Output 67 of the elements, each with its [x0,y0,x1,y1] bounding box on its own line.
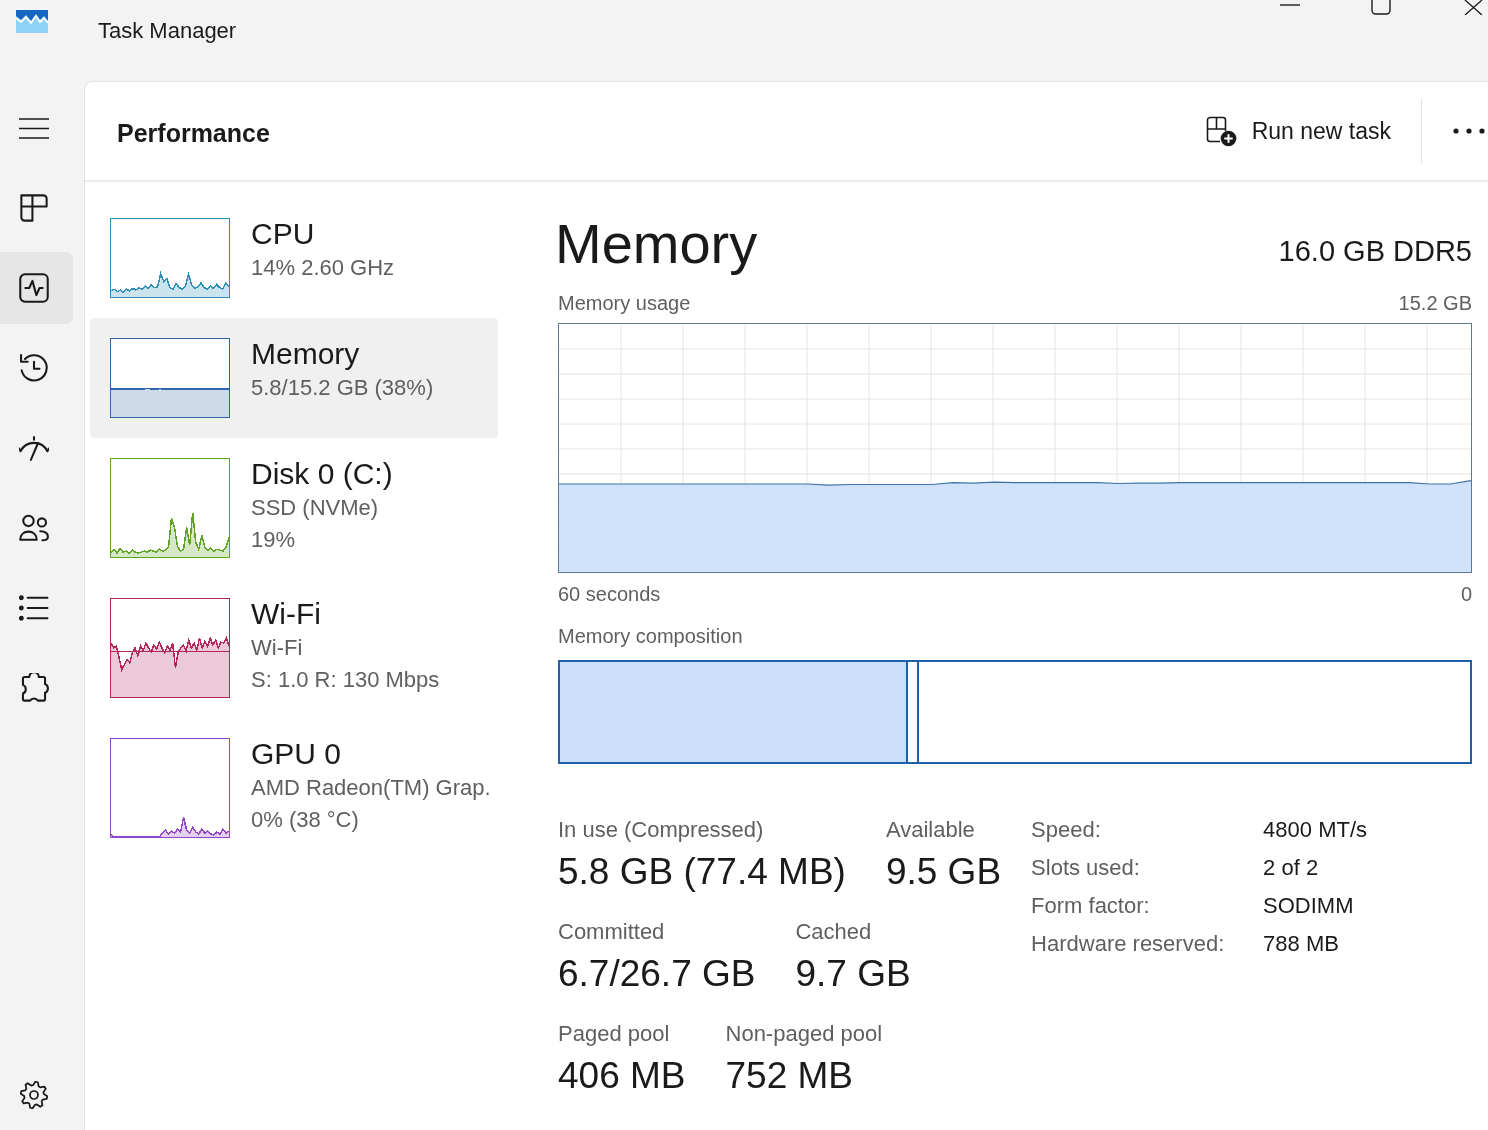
detail-title: Memory [555,212,758,276]
device-name: GPU 0 [251,736,343,772]
menu-icon [19,117,49,139]
property-value: 2 of 2 [1263,854,1320,882]
device-name: CPU [251,216,316,252]
clock-arrow-icon [19,353,49,383]
stat-label: Paged pool [558,1020,671,1048]
device-detail: 19% [251,526,297,554]
chart-title: Memory usage [558,291,691,316]
capacity-label: 16.0 GB DDR5 [1278,234,1472,269]
stat-label: Available [885,816,976,844]
more-button[interactable] [1453,128,1485,134]
axis-max-label: 15.2 GB [1398,291,1472,316]
device-detail: Wi-Fi [251,634,304,662]
window-plus-icon [1205,115,1237,147]
stat-value: 6.7/26.7 GB [558,952,756,996]
people-icon [19,513,49,543]
stat-label: In use (Compressed) [558,816,765,844]
wave-icon [16,10,48,33]
stat-value: 752 MB [725,1054,855,1098]
stat-label: Cached [795,918,873,946]
minimize-icon [1280,4,1300,6]
device-detail: 14% 2.60 GHz [251,254,395,282]
axis-start-label: 60 seconds [558,582,661,607]
device-detail: SSD (NVMe) [251,494,380,522]
property-label: Hardware reserved: [1031,930,1226,958]
close-button[interactable] [1463,0,1484,15]
stat-value: 406 MB [558,1054,686,1098]
stat-value: 5.8 GB (77.4 MB) [558,850,846,894]
device-detail: AMD Radeon(TM) Grap. [251,774,491,802]
sidebar-item[interactable]: CPU 14% 2.60 GHz [90,198,498,318]
device-detail: 0% (38 °C) [251,806,360,834]
settings-icon [20,1081,48,1109]
property-value: SODIMM [1263,892,1355,920]
pulse-icon [19,273,49,303]
property-value: 4800 MT/s [1263,816,1367,844]
nav-button[interactable] [0,252,73,324]
device-detail: 5.8/15.2 GB (38%) [251,374,434,402]
device-name: Disk 0 (C:) [251,456,393,492]
property-label: Speed: [1031,816,1102,844]
device-name: Wi-Fi [251,596,322,632]
device-name: Memory [251,336,361,372]
maximize-icon [1371,0,1391,15]
property-label: Slots used: [1031,854,1141,882]
close-icon [1463,0,1484,15]
property-label: Form factor: [1031,892,1151,920]
sidebar-item[interactable]: Disk 0 (C:) SSD (NVMe) 19% [90,438,498,578]
axis-end-label: 0 [1460,582,1472,607]
more-icon [1453,128,1485,134]
sidebar-item[interactable]: Wi-Fi Wi-Fi S: 1.0 R: 130 Mbps [90,578,498,718]
device-detail: S: 1.0 R: 130 Mbps [251,666,440,694]
gauge-icon [19,433,49,463]
puzzle-icon [19,673,49,703]
grid-icon [19,193,49,223]
sidebar-item[interactable]: Memory 5.8/15.2 GB (38%) [90,318,498,438]
stat-value: 9.5 GB [885,850,1002,894]
list-icon [19,593,49,623]
sidebar-item[interactable]: GPU 0 AMD Radeon(TM) Grap. 0% (38 °C) [90,718,498,858]
stat-label: Non-paged pool [725,1020,883,1048]
stat-value: 9.7 GB [795,952,911,996]
stat-label: Committed [558,918,666,946]
section-title: Memory composition [558,624,743,649]
page-title: Performance [117,118,270,148]
run-new-task-button[interactable]: Run new task [1205,115,1391,147]
window-title: Task Manager [98,18,237,44]
property-value: 788 MB [1263,930,1340,958]
maximize-button[interactable] [1371,0,1391,15]
